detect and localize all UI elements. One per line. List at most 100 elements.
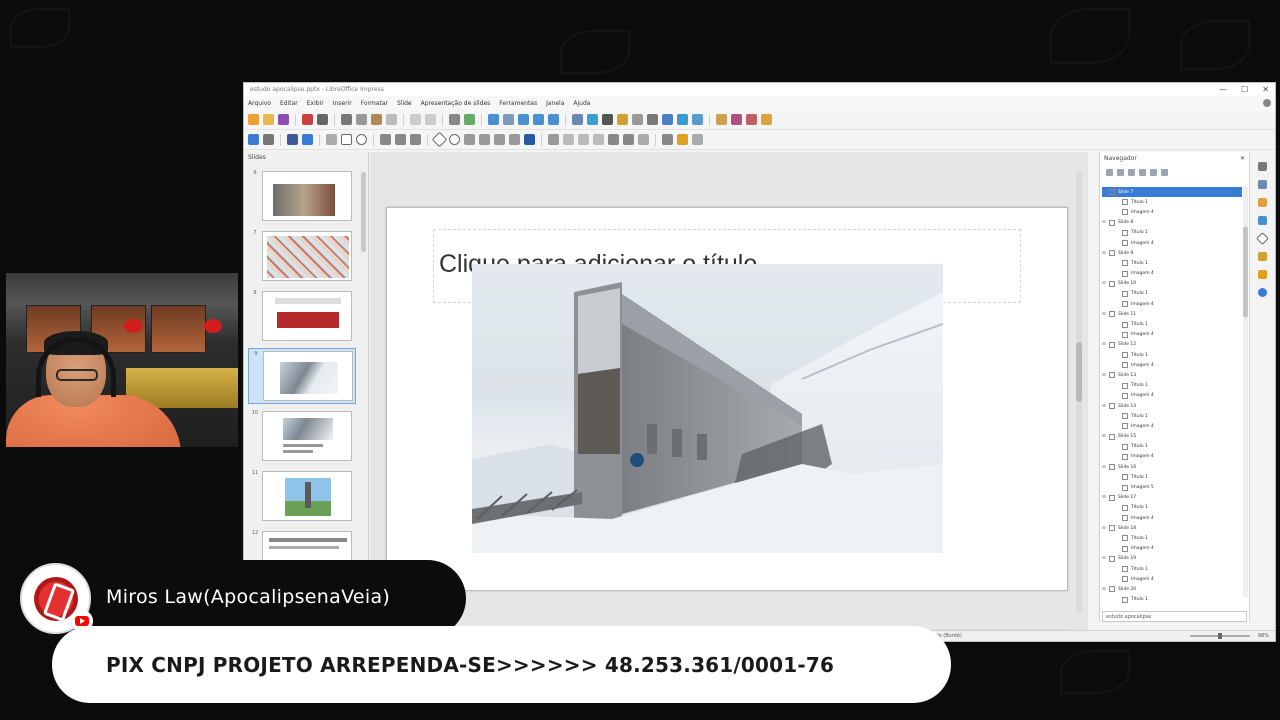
slide-thumbnail[interactable]: 11: [248, 468, 356, 524]
menu-slideshow[interactable]: Apresentação de slides: [421, 100, 491, 107]
display-views-icon[interactable]: [503, 114, 514, 125]
chart-icon[interactable]: [617, 114, 628, 125]
copy-icon[interactable]: [356, 114, 367, 125]
ellipse-icon[interactable]: [356, 134, 367, 145]
first-slide-icon[interactable]: [1106, 168, 1113, 176]
points-icon[interactable]: [662, 134, 673, 145]
styles-icon[interactable]: [1258, 252, 1267, 261]
slide-thumbnail-selected[interactable]: 9: [248, 348, 356, 404]
properties-icon[interactable]: [1258, 162, 1267, 171]
navigator-shape-item[interactable]: Título 1: [1102, 228, 1242, 238]
navigator-slide-item[interactable]: ⊟ Slide 20: [1102, 584, 1242, 594]
distribute-icon[interactable]: [593, 134, 604, 145]
maximize-button[interactable]: ☐: [1241, 85, 1248, 94]
navigator-shape-item[interactable]: Imagem 4: [1102, 360, 1242, 370]
shadow-icon[interactable]: [608, 134, 619, 145]
curve-icon[interactable]: [395, 134, 406, 145]
navigator-shape-item[interactable]: Imagem 5: [1102, 482, 1242, 492]
navigator-slide-item[interactable]: ⊟ Slide 16: [1102, 462, 1242, 472]
tree-toggle-icon[interactable]: ⊟: [1102, 404, 1107, 409]
zoom-icon[interactable]: [263, 134, 274, 145]
stars-icon[interactable]: [509, 134, 520, 145]
navigator-icon[interactable]: [1258, 288, 1267, 297]
navigator-shape-item[interactable]: Imagem 4: [1102, 513, 1242, 523]
flowchart-icon[interactable]: [479, 134, 490, 145]
navigator-slide-item[interactable]: ⊟ Slide 14: [1102, 401, 1242, 411]
toggle-extrusion-icon[interactable]: [692, 134, 703, 145]
find-replace-icon[interactable]: [449, 114, 460, 125]
fontwork-icon[interactable]: [662, 114, 673, 125]
master-slides-icon[interactable]: [1258, 216, 1267, 225]
fill-color-icon[interactable]: [302, 134, 313, 145]
navigator-slide-item[interactable]: ⊟ Slide 13: [1102, 370, 1242, 380]
slide-thumbnail[interactable]: 8: [248, 288, 356, 344]
navigator-slide-item[interactable]: ⊟ Slide 10: [1102, 279, 1242, 289]
zoom-level[interactable]: 98%: [1258, 633, 1269, 639]
slide-canvas[interactable]: Clique para adicionar o título: [386, 207, 1068, 591]
navigator-shape-item[interactable]: Título 1: [1102, 381, 1242, 391]
special-character-icon[interactable]: [647, 114, 658, 125]
delete-slide-icon[interactable]: [746, 114, 757, 125]
navigator-slide-item[interactable]: ⊟ Slide 15: [1102, 432, 1242, 442]
slide-properties-icon[interactable]: [761, 114, 772, 125]
undo-icon[interactable]: [410, 114, 421, 125]
callouts-icon[interactable]: [494, 134, 505, 145]
glue-points-icon[interactable]: [677, 134, 688, 145]
tree-toggle-icon[interactable]: ⊟: [1102, 434, 1107, 439]
align-icon[interactable]: [563, 134, 574, 145]
navigator-shape-item[interactable]: Imagem 4: [1102, 207, 1242, 217]
master-slide-icon[interactable]: [518, 114, 529, 125]
image-icon[interactable]: [587, 114, 598, 125]
table-icon[interactable]: [572, 114, 583, 125]
navigator-slide-item[interactable]: ⊟ Slide 7: [1102, 187, 1242, 198]
previous-slide-icon[interactable]: [1117, 168, 1124, 176]
block-arrows-icon[interactable]: [464, 134, 475, 145]
navigator-shape-item[interactable]: Título 1: [1102, 319, 1242, 329]
line-icon[interactable]: [326, 134, 337, 145]
settings-icon[interactable]: [1263, 99, 1271, 107]
navigator-shape-item[interactable]: Título 1: [1102, 472, 1242, 482]
rotate-icon[interactable]: [548, 134, 559, 145]
navigator-scrollbar[interactable]: [1243, 187, 1248, 597]
seed-vault-image[interactable]: [472, 264, 943, 553]
next-slide-icon[interactable]: [1128, 168, 1135, 176]
navigator-shape-item[interactable]: Imagem 4: [1102, 544, 1242, 554]
navigator-slide-item[interactable]: ⊟ Slide 17: [1102, 493, 1242, 503]
tree-toggle-icon[interactable]: ⊟: [1102, 220, 1107, 225]
menu-format[interactable]: Formatar: [361, 100, 388, 107]
menu-window[interactable]: Janela: [546, 100, 564, 107]
navigator-shape-item[interactable]: Título 1: [1102, 258, 1242, 268]
start-first-slide-icon[interactable]: [533, 114, 544, 125]
tree-toggle-icon[interactable]: ⊟: [1102, 495, 1107, 500]
navigator-shape-item[interactable]: Imagem 4: [1102, 330, 1242, 340]
redo-icon[interactable]: [425, 114, 436, 125]
save-icon[interactable]: [278, 114, 289, 125]
menu-file[interactable]: Arquivo: [248, 100, 271, 107]
tree-toggle-icon[interactable]: ⊟: [1102, 465, 1107, 470]
tree-toggle-icon[interactable]: ⊟: [1102, 526, 1107, 531]
gallery-icon[interactable]: [1258, 270, 1267, 279]
navigator-slide-item[interactable]: ⊟ Slide 9: [1102, 248, 1242, 258]
zoom-slider[interactable]: [1189, 633, 1250, 639]
tree-toggle-icon[interactable]: ⊟: [1102, 373, 1107, 378]
navigator-shape-item[interactable]: Título 1: [1102, 564, 1242, 574]
navigator-slide-item[interactable]: ⊟ Slide 8: [1102, 218, 1242, 228]
slide-transition-icon[interactable]: [1258, 180, 1267, 189]
menu-edit[interactable]: Editar: [280, 100, 298, 107]
tree-toggle-icon[interactable]: ⊟: [1102, 190, 1107, 195]
navigator-slide-item[interactable]: ⊟ Slide 19: [1102, 554, 1242, 564]
rectangle-icon[interactable]: [341, 134, 352, 145]
navigator-close-icon[interactable]: ✕: [1240, 155, 1245, 162]
navigator-shape-item[interactable]: Título 1: [1102, 289, 1242, 299]
3d-objects-icon[interactable]: [524, 134, 535, 145]
new-icon[interactable]: [248, 114, 259, 125]
navigator-slide-item[interactable]: ⊟ Slide 18: [1102, 523, 1242, 533]
close-button[interactable]: ✕: [1262, 85, 1269, 94]
slide-layout-icon[interactable]: [716, 114, 727, 125]
last-slide-icon[interactable]: [1139, 168, 1146, 176]
tree-toggle-icon[interactable]: ⊟: [1102, 587, 1107, 592]
connector-icon[interactable]: [410, 134, 421, 145]
grid-icon[interactable]: [488, 114, 499, 125]
filter-icon[interactable]: [638, 134, 649, 145]
navigator-shape-item[interactable]: Título 1: [1102, 197, 1242, 207]
